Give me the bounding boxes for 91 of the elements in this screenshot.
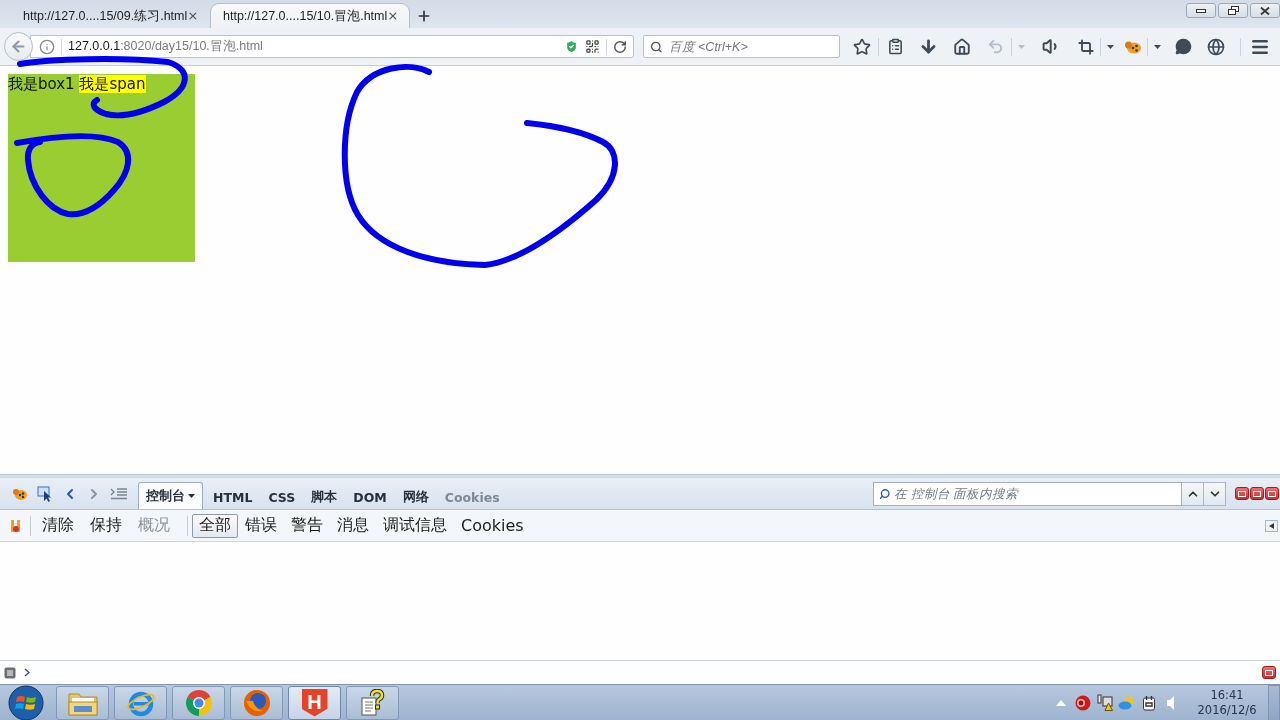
close-button[interactable] bbox=[1250, 3, 1280, 18]
minimize-icon bbox=[1238, 490, 1246, 497]
panel-tab[interactable]: HTML bbox=[205, 485, 261, 509]
network-warning-icon bbox=[1097, 694, 1113, 711]
clock-date: 2016/12/6 bbox=[1197, 702, 1257, 718]
taskbar-app[interactable] bbox=[172, 685, 225, 720]
qr-code-icon[interactable] bbox=[585, 39, 600, 54]
restore-icon bbox=[1227, 6, 1239, 15]
windows-orb-icon bbox=[8, 684, 44, 720]
caret-icon bbox=[1153, 44, 1161, 49]
window-icon bbox=[1265, 669, 1273, 676]
bug-icon bbox=[1124, 39, 1142, 54]
plug-icon bbox=[1142, 694, 1156, 711]
filter-button[interactable]: 错误 bbox=[238, 513, 284, 538]
search-input[interactable]: 百度 <Ctrl+K> bbox=[668, 39, 833, 54]
help-document-icon bbox=[359, 688, 386, 717]
close-icon bbox=[1268, 490, 1276, 497]
undo-icon bbox=[986, 38, 1004, 55]
tab-title: http://127.0....15/09.练习.html bbox=[23, 7, 188, 25]
clock-time: 16:41 bbox=[1210, 687, 1244, 703]
shield-logo: H bbox=[301, 688, 328, 717]
search-field[interactable]: 百度 <Ctrl+K> bbox=[643, 35, 840, 58]
filter-button[interactable]: 全部 bbox=[192, 513, 238, 538]
search-icon bbox=[650, 39, 663, 54]
shield-icon[interactable] bbox=[564, 39, 579, 54]
triangle-up-icon bbox=[1056, 699, 1066, 706]
speaker-icon bbox=[1167, 695, 1175, 710]
expand-button[interactable] bbox=[1262, 666, 1276, 679]
previous-match-button[interactable] bbox=[1182, 481, 1204, 506]
network-button[interactable] bbox=[1096, 692, 1114, 713]
filter-button[interactable]: 消息 bbox=[330, 513, 376, 538]
console-button[interactable]: 保持 bbox=[83, 513, 129, 538]
bug-icon bbox=[12, 486, 28, 501]
taskbar-app[interactable]: H bbox=[288, 685, 341, 720]
close-icon[interactable] bbox=[187, 10, 199, 22]
home-icon bbox=[953, 37, 971, 56]
panel-tab[interactable]: 脚本 bbox=[303, 485, 346, 509]
search-icon bbox=[879, 487, 891, 500]
taskbar-app[interactable] bbox=[230, 685, 283, 720]
minimize-button[interactable] bbox=[1186, 3, 1216, 18]
triangle-left-icon bbox=[1268, 522, 1275, 529]
close-icon[interactable] bbox=[387, 10, 399, 22]
clipboard-icon bbox=[886, 38, 904, 55]
span-text: 我是span bbox=[79, 75, 146, 93]
globe-icon bbox=[1207, 37, 1225, 56]
taskbar-app[interactable] bbox=[56, 685, 109, 720]
box-text: 我是box1 bbox=[8, 75, 75, 93]
detach-button[interactable] bbox=[1250, 487, 1264, 500]
panel-search-field[interactable]: 在 控制台 面板内搜索 bbox=[873, 481, 1182, 506]
browser-tab[interactable]: http://127.0....15/09.练习.html bbox=[10, 3, 210, 28]
reload-icon[interactable] bbox=[613, 39, 627, 54]
speech-bubble-icon bbox=[1174, 38, 1192, 55]
panel-search-input[interactable]: 在 控制台 面板内搜索 bbox=[894, 486, 1176, 501]
browser-tab[interactable]: http://127.0....15/10.冒泡.html bbox=[210, 3, 410, 28]
window-icon bbox=[1253, 490, 1261, 497]
caret-icon bbox=[188, 494, 195, 498]
inspect-icon bbox=[37, 485, 53, 502]
fox-browser-icon bbox=[242, 688, 271, 717]
sun-cloud-icon bbox=[1118, 695, 1136, 710]
menu-icon[interactable] bbox=[4, 666, 16, 679]
tab-title: http://127.0....15/10.冒泡.html bbox=[223, 7, 388, 25]
minimize-button[interactable] bbox=[1235, 487, 1249, 500]
panel-tab[interactable]: 控制台 bbox=[138, 482, 203, 509]
panel-tab[interactable]: CSS bbox=[260, 485, 304, 509]
address-field[interactable]: 127.0.0.1:8020/day15/10.冒泡.html bbox=[30, 35, 634, 58]
next-match-button[interactable] bbox=[1204, 481, 1226, 506]
disc-icon bbox=[1075, 694, 1091, 711]
filter-button[interactable]: 警告 bbox=[284, 513, 330, 538]
restore-button[interactable] bbox=[1218, 3, 1248, 18]
close-button[interactable] bbox=[1265, 487, 1279, 500]
info-icon[interactable] bbox=[39, 38, 55, 55]
url-text: 127.0.0.1:8020/day15/10.冒泡.html bbox=[68, 38, 264, 55]
download-icon bbox=[918, 37, 938, 56]
pause-icon bbox=[10, 518, 22, 533]
back-button[interactable] bbox=[4, 32, 33, 61]
close-icon bbox=[1260, 6, 1270, 15]
crop-icon bbox=[1078, 38, 1094, 55]
caret-icon bbox=[1106, 44, 1114, 49]
chrome-icon bbox=[184, 688, 213, 717]
panel-tab[interactable]: DOM bbox=[345, 485, 395, 509]
prompt-icon bbox=[24, 668, 30, 677]
panel-tab[interactable]: 网络 bbox=[394, 485, 437, 509]
star-icon bbox=[853, 37, 871, 56]
minimize-icon bbox=[1196, 8, 1206, 13]
command-editor-icon bbox=[110, 487, 128, 500]
filter-button[interactable]: 调试信息 bbox=[376, 513, 454, 538]
side-panel-button[interactable] bbox=[1265, 519, 1278, 532]
filter-button[interactable]: Cookies bbox=[454, 513, 531, 538]
taskbar-app[interactable] bbox=[346, 685, 399, 720]
caret-icon bbox=[1017, 44, 1025, 49]
console-button[interactable]: 清除 bbox=[35, 513, 81, 538]
